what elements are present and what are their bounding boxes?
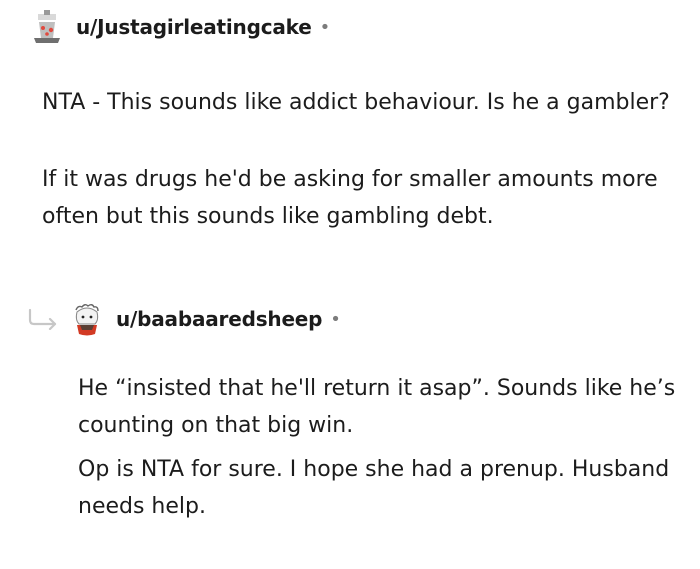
reply-arrow-icon [28,308,57,330]
comment-paragraph: If it was drugs he'd be asking for small… [42,167,665,229]
comment-paragraph: Op is NTA for sure. I hope she had a pre… [78,457,677,519]
comment-paragraph: NTA - This sounds like addict behaviour.… [42,90,670,115]
comment-header: u/baabaaredsheep • [68,300,341,338]
separator-dot: • [319,16,331,38]
separator-dot: • [330,308,341,330]
username-link[interactable]: u/Justagirleatingcake [76,15,312,39]
username-link[interactable]: u/baabaaredsheep [116,307,322,331]
user-avatar-icon[interactable] [28,8,66,46]
comment-paragraph: He “insisted that he'll return it asap”.… [78,376,683,438]
comment-header: u/Justagirleatingcake • [28,8,330,46]
user-avatar-icon[interactable] [68,300,106,338]
